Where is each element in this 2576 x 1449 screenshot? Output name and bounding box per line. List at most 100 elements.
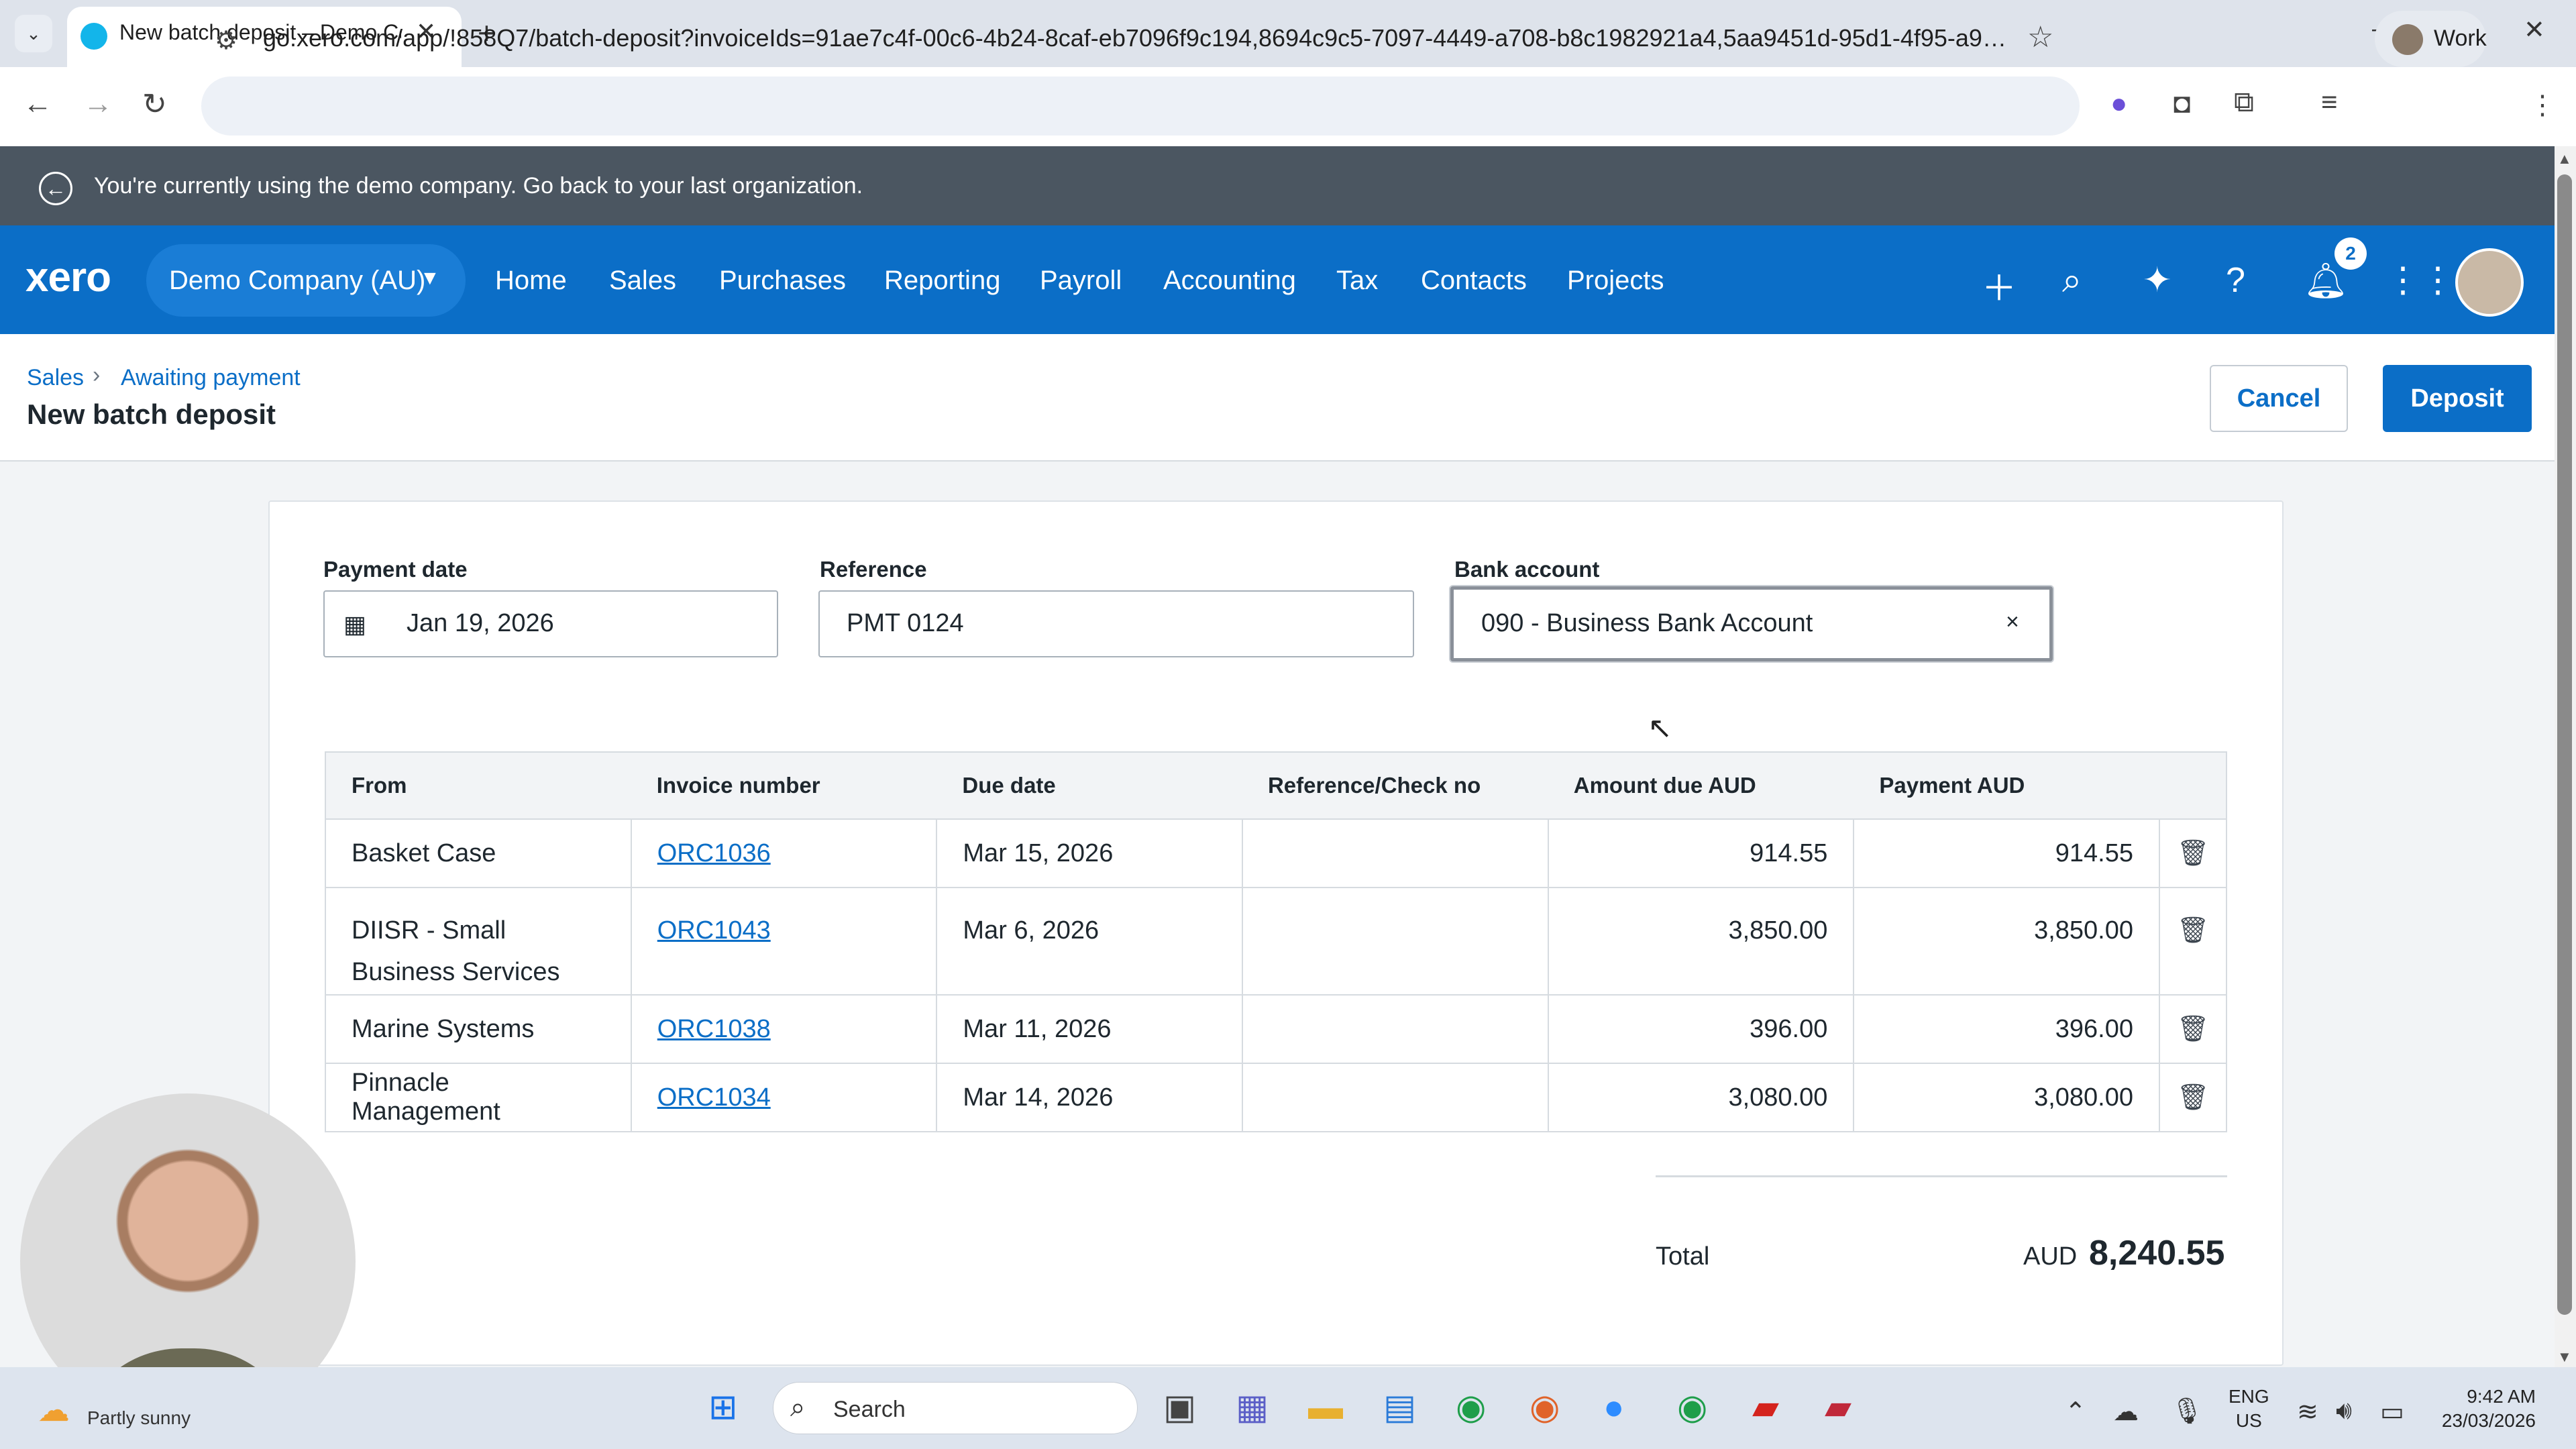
windows-start-icon[interactable]: ⊞ [708, 1387, 738, 1428]
trash-icon[interactable]: 🗑︎ [2177, 1015, 2209, 1043]
trash-icon[interactable]: 🗑︎ [2177, 916, 2209, 945]
microphone-icon[interactable]: 🎙︎ [2171, 1397, 2203, 1426]
table-row: Basket Case ORC1036 Mar 15, 2026 914.55 … [325, 819, 2226, 888]
cell-payment-input[interactable]: 396.00 [1854, 995, 2160, 1064]
nav-reporting[interactable]: Reporting [884, 266, 1000, 296]
address-bar[interactable] [201, 76, 2080, 136]
scroll-up-icon[interactable]: ▲ [2557, 150, 2572, 168]
help-icon[interactable]: ? [2226, 260, 2245, 301]
camera-icon[interactable]: ◘ [2174, 87, 2190, 119]
total-label: Total [1656, 1242, 1710, 1271]
total-divider [1656, 1175, 2227, 1177]
nav-purchases[interactable]: Purchases [719, 266, 846, 296]
firefox-icon[interactable]: ◉ [1529, 1387, 1560, 1428]
table-row: Pinnacle Management ORC1034 Mar 14, 2026… [325, 1063, 2226, 1132]
weather-text[interactable]: Partly sunny [87, 1407, 191, 1429]
cell-due-date: Mar 15, 2026 [936, 819, 1243, 888]
task-view-icon[interactable]: ▣ [1163, 1387, 1196, 1428]
cell-actions: 🗑︎ [2159, 1063, 2226, 1132]
nav-home[interactable]: Home [495, 266, 567, 296]
search-icon[interactable]: ⌕ [2062, 260, 2082, 301]
media-control-icon[interactable]: ≡ [2321, 86, 2338, 118]
invoice-link[interactable]: ORC1038 [657, 1015, 771, 1043]
invoice-link[interactable]: ORC1036 [657, 839, 771, 867]
volume-icon[interactable]: 🔊︎ [2336, 1397, 2352, 1426]
col-header-payment: Payment AUD [1854, 752, 2159, 820]
cell-payment-input[interactable]: 3,850.00 [1854, 888, 2160, 996]
cell-reference-input[interactable] [1242, 888, 1549, 996]
cell-reference-input[interactable] [1242, 819, 1549, 888]
nav-sales[interactable]: Sales [609, 266, 676, 296]
col-header-amount-due: Amount due AUD [1548, 752, 1854, 820]
app-icon[interactable]: ▰ [1825, 1387, 1851, 1428]
cell-actions: 🗑︎ [2159, 995, 2226, 1064]
nav-payroll[interactable]: Payroll [1040, 266, 1122, 296]
calendar-icon[interactable]: ▦ [343, 610, 366, 639]
payment-date-label: Payment date [323, 557, 468, 582]
weather-icon[interactable]: ☁ [38, 1391, 70, 1429]
tab-search-button[interactable]: ⌄ [15, 15, 52, 52]
breadcrumb-awaiting-payment[interactable]: Awaiting payment [121, 365, 301, 391]
zoom-icon[interactable]: ● [1603, 1387, 1624, 1428]
forward-icon[interactable]: → [83, 87, 113, 121]
reference-value: PMT 0124 [847, 609, 964, 637]
cell-reference-input[interactable] [1242, 995, 1549, 1064]
nav-contacts[interactable]: Contacts [1421, 266, 1527, 296]
language-indicator[interactable]: ENG US [2229, 1385, 2269, 1433]
file-explorer-icon[interactable]: ▬ [1308, 1387, 1343, 1428]
scrollbar-thumb[interactable] [2557, 174, 2572, 1315]
scroll-down-icon[interactable]: ▼ [2557, 1348, 2572, 1366]
trash-icon[interactable]: 🗑︎ [2177, 839, 2209, 867]
extension-icon[interactable]: ● [2110, 87, 2127, 119]
invoice-link[interactable]: ORC1034 [657, 1083, 771, 1112]
invoice-link[interactable]: ORC1043 [657, 916, 771, 945]
cell-reference-input[interactable] [1242, 1063, 1549, 1132]
deposit-button[interactable]: Deposit [2383, 365, 2532, 432]
taskbar-search[interactable] [773, 1382, 1138, 1434]
avatar[interactable] [2455, 248, 2524, 317]
battery-icon[interactable]: ▭ [2380, 1397, 2404, 1427]
reload-icon[interactable]: ↻ [142, 87, 167, 121]
cell-actions: 🗑︎ [2159, 819, 2226, 888]
trash-icon[interactable]: 🗑︎ [2177, 1083, 2209, 1112]
banner-text[interactable]: You're currently using the demo company.… [94, 173, 863, 199]
chrome-profile-icon[interactable]: ◉ [1677, 1387, 1707, 1428]
chrome-icon[interactable]: ◉ [1456, 1387, 1486, 1428]
browser-menu-icon[interactable]: ⋮ [2529, 90, 2556, 121]
wifi-icon[interactable]: ≋ [2297, 1397, 2318, 1427]
acrobat-icon[interactable]: ▰ [1752, 1387, 1779, 1428]
nav-projects[interactable]: Projects [1567, 266, 1664, 296]
reference-label: Reference [820, 557, 927, 582]
back-icon[interactable]: ← [23, 87, 52, 121]
extensions-puzzle-icon[interactable]: ⧉ [2234, 86, 2254, 119]
clear-icon[interactable]: × [2006, 609, 2019, 635]
col-header-invoice: Invoice number [631, 752, 937, 820]
url-text[interactable]: go.xero.com/app/!858Q7/batch-deposit?inv… [263, 24, 2007, 52]
clock[interactable]: 9:42 AM 23/03/2026 [2435, 1385, 2536, 1433]
go-back-icon[interactable]: ← [39, 172, 72, 205]
cell-due-date: Mar 6, 2026 [936, 888, 1243, 996]
cancel-button[interactable]: Cancel [2210, 365, 2348, 432]
nav-accounting[interactable]: Accounting [1163, 266, 1296, 296]
cell-from: DIISR - Small Business Services [325, 888, 632, 996]
site-info-icon[interactable]: ⚙ [215, 25, 237, 56]
app-grid-icon[interactable]: ⋮⋮ [2385, 260, 2455, 301]
window-close-icon[interactable]: ✕ [2524, 15, 2545, 45]
xero-logo[interactable]: xero [25, 254, 111, 301]
clock-time: 9:42 AM [2467, 1386, 2536, 1407]
bookmark-star-icon[interactable]: ☆ [2027, 20, 2053, 54]
store-icon[interactable]: ▤ [1383, 1387, 1416, 1428]
chevron-up-icon[interactable]: ⌃ [2065, 1397, 2086, 1427]
add-icon[interactable]: ＋ [1982, 260, 2017, 311]
cell-from: Marine Systems [325, 995, 632, 1064]
cell-payment-input[interactable]: 914.55 [1854, 819, 2160, 888]
table-row: Marine Systems ORC1038 Mar 11, 2026 396.… [325, 995, 2226, 1064]
onedrive-icon[interactable]: ☁ [2113, 1397, 2139, 1427]
cell-amount-due: 914.55 [1548, 819, 1855, 888]
teams-icon[interactable]: ▦ [1236, 1387, 1269, 1428]
nav-tax[interactable]: Tax [1336, 266, 1378, 296]
cell-payment-input[interactable]: 3,080.00 [1854, 1063, 2160, 1132]
cell-invoice: ORC1034 [631, 1063, 938, 1132]
breadcrumb-sales[interactable]: Sales [27, 365, 84, 391]
ai-assistant-icon[interactable]: ✦ [2143, 260, 2172, 301]
